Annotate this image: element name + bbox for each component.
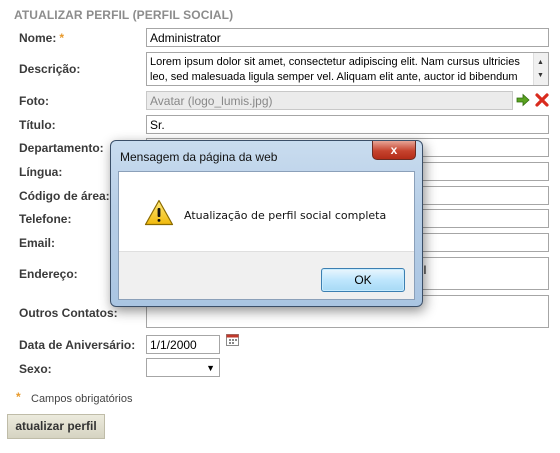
nome-label-text: Nome: (19, 31, 57, 45)
message-dialog: Mensagem da página da web x Atualização … (110, 140, 423, 307)
atualizar-perfil-button[interactable]: atualizar perfil (7, 414, 105, 439)
titulo-input[interactable]: Sr. (146, 115, 549, 134)
telefone-label: Telefone: (19, 212, 72, 226)
dialog-title: Mensagem da página da web (120, 150, 278, 164)
aniversario-label: Data de Aniversário: (19, 338, 136, 352)
nome-label: Nome: * (19, 31, 64, 45)
descricao-textarea[interactable]: Lorem ipsum dolor sit amet, consectetur … (146, 52, 549, 86)
ok-button[interactable]: OK (321, 268, 405, 292)
warning-icon (144, 199, 174, 229)
dialog-message: Atualização de perfil social completa (184, 209, 387, 222)
email-label: Email: (19, 236, 56, 250)
departamento-label: Departamento: (19, 141, 104, 155)
arrow-right-icon[interactable] (516, 93, 530, 110)
calendar-icon[interactable] (226, 333, 239, 349)
endereco-label: Endereço: (19, 267, 78, 281)
sexo-select[interactable]: ▼ (146, 358, 220, 377)
descricao-label: Descrição: (19, 62, 81, 76)
required-note-marker: * (16, 390, 21, 404)
required-marker: * (59, 31, 65, 45)
outros-contatos-label: Outros Contatos: (19, 306, 118, 320)
dialog-body: Atualização de perfil social completa OK (118, 171, 415, 300)
foto-label: Foto: (19, 94, 49, 108)
close-button[interactable]: x (372, 141, 416, 160)
chevron-down-icon[interactable]: ▼ (206, 363, 215, 373)
close-icon: x (390, 143, 398, 157)
red-x-icon[interactable] (535, 93, 549, 110)
nome-input[interactable]: Administrator (146, 28, 549, 47)
sexo-label: Sexo: (19, 362, 52, 376)
titulo-label: Título: (19, 118, 56, 132)
aniversario-input[interactable]: 1/1/2000 (146, 335, 220, 354)
scroll-down-icon[interactable]: ▼ (537, 68, 544, 83)
descricao-scrollbar[interactable]: ▲ ▼ (533, 53, 548, 85)
foto-input: Avatar (logo_lumis.jpg) (146, 91, 513, 110)
required-note: Campos obrigatórios (31, 393, 133, 405)
descricao-text: Lorem ipsum dolor sit amet, consectetur … (150, 56, 520, 83)
lingua-label: Língua: (19, 165, 63, 179)
form-title: ATUALIZAR PERFIL (PERFIL SOCIAL) (14, 8, 234, 22)
codigo-area-label: Código de área: (19, 189, 110, 203)
